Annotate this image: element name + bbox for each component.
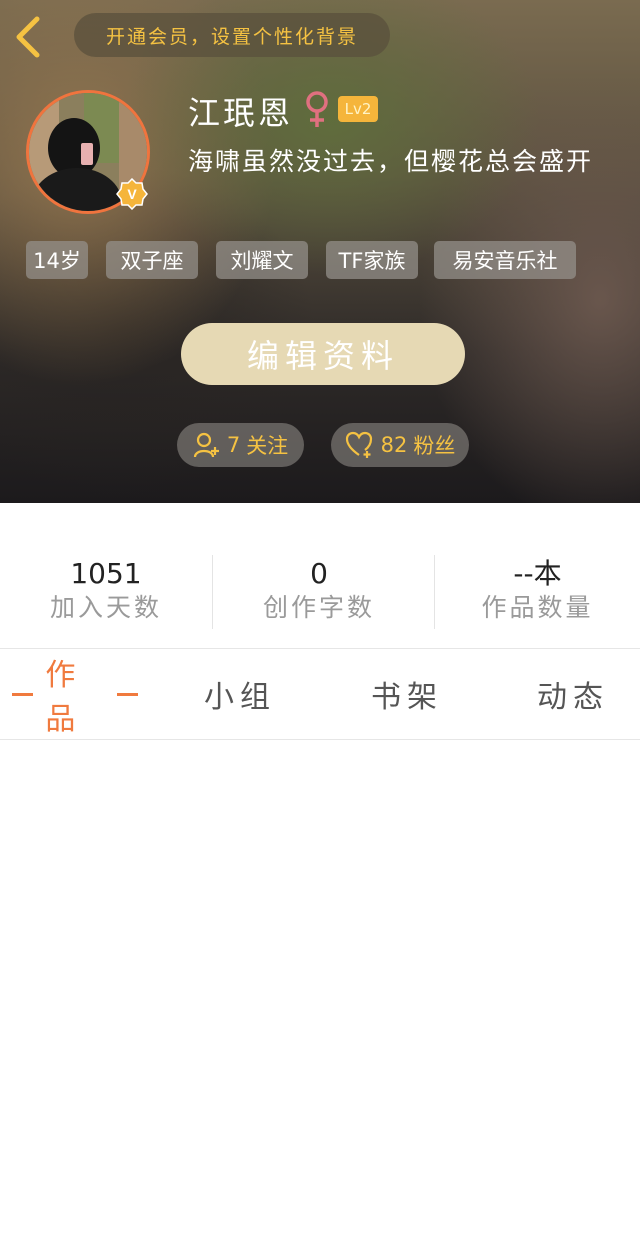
edit-profile-button[interactable]: 编辑资料 [181,323,465,385]
following-count: 7 [226,433,241,457]
stat-label: 加入天数 [49,593,162,622]
stat-value: --本 [513,557,562,590]
verified-badge-icon: V [116,178,148,210]
tab-bookshelf[interactable]: 书架 [327,649,487,739]
fans-label: 粉丝 [413,434,456,458]
tag-fandom[interactable]: TF家族 [326,241,418,279]
tag-club[interactable]: 易安音乐社 [434,241,576,279]
stat-value: 1051 [70,557,142,590]
fans-count: 82 [380,433,408,457]
stat-label: 创作字数 [262,593,375,622]
tab-activity[interactable]: 动态 [493,649,640,739]
back-button[interactable] [10,14,46,60]
stat-value: 0 [310,557,328,590]
stat-join-days: 1051 加入天数 [0,557,212,625]
avatar[interactable]: V [26,90,150,214]
tab-groups[interactable]: 小组 [160,649,320,739]
profile-header: 开通会员，设置个性化背景 V 江珉恩 Lv2 海啸虽然没过去，但樱花总会盛开 1… [0,0,640,503]
chevron-left-icon [16,16,40,58]
signature: 海啸虽然没过去，但樱花总会盛开 [188,147,594,176]
tag-age[interactable]: 14岁 [26,241,88,279]
profile-tabs: 作品 小组 书架 动态 [0,649,640,739]
vip-banner-text: 开通会员，设置个性化背景 [105,25,358,48]
add-user-icon [193,432,219,458]
following-button[interactable]: 7 关注 [177,423,304,467]
username: 江珉恩 [188,94,294,132]
following-label: 关注 [246,434,289,458]
female-symbol-icon [306,91,328,127]
content-area [0,740,640,1258]
tab-works[interactable]: 作品 [0,649,150,739]
stats-panel: 1051 加入天数 0 创作字数 --本 作品数量 [0,503,640,649]
fans-button[interactable]: 82 粉丝 [331,423,469,467]
svg-text:V: V [127,186,137,202]
stat-label: 作品数量 [481,593,594,622]
heart-plus-icon [345,431,372,458]
level-badge: Lv2 [338,96,378,122]
active-indicator [116,692,138,696]
stat-works-count: --本 作品数量 [435,557,640,625]
tab-label: 作品 [45,658,82,737]
active-indicator [12,692,34,696]
vip-banner[interactable]: 开通会员，设置个性化背景 [74,13,390,57]
stat-word-count: 0 创作字数 [213,557,425,625]
tag-zodiac[interactable]: 双子座 [106,241,198,279]
tag-idol[interactable]: 刘耀文 [216,241,308,279]
